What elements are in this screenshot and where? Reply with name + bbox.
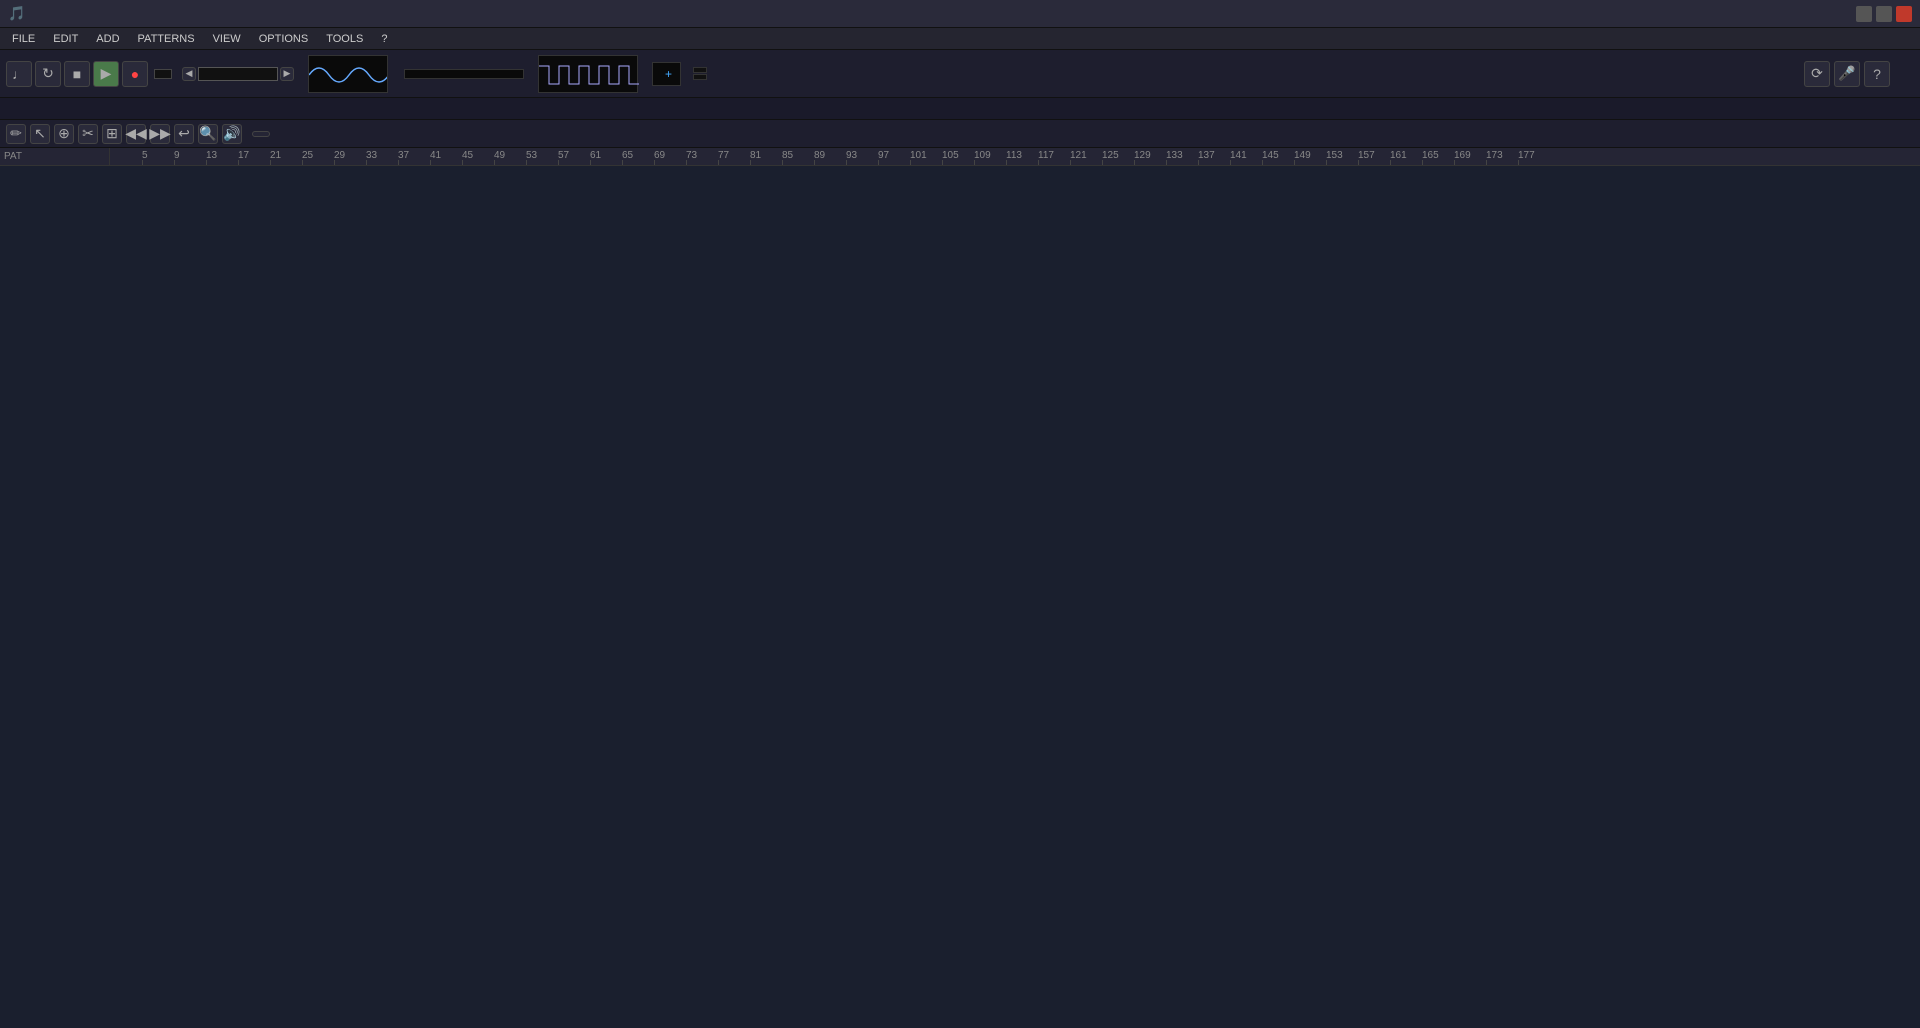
ruler-mark-65: 65 bbox=[622, 150, 633, 161]
ruler-mark-41: 41 bbox=[430, 150, 441, 161]
ruler-mark-33: 33 bbox=[366, 150, 377, 161]
playlist-label[interactable] bbox=[252, 131, 270, 137]
ruler-mark-121: 121 bbox=[1070, 150, 1087, 161]
ruler-mark-17: 17 bbox=[238, 150, 249, 161]
ruler-mark-49: 49 bbox=[494, 150, 505, 161]
tempo-display[interactable] bbox=[198, 67, 278, 81]
ruler-mark-173: 173 bbox=[1486, 150, 1503, 161]
ruler-mark-157: 157 bbox=[1358, 150, 1375, 161]
metronome-button[interactable]: ♩ bbox=[6, 61, 32, 87]
info-bar bbox=[0, 98, 1920, 120]
close-button[interactable] bbox=[1896, 6, 1912, 22]
ruler-mark-109: 109 bbox=[974, 150, 991, 161]
ruler-mark-117: 117 bbox=[1038, 150, 1054, 161]
menu-item-view[interactable]: VIEW bbox=[205, 31, 249, 47]
ruler-mark-61: 61 bbox=[590, 150, 601, 161]
playlist-label-text[interactable] bbox=[252, 131, 270, 137]
window-controls bbox=[1856, 6, 1912, 22]
bpm-down-button[interactable]: ◀ bbox=[182, 67, 196, 81]
ruler-mark-25: 25 bbox=[302, 150, 313, 161]
record-button[interactable]: ● bbox=[122, 61, 148, 87]
next-button[interactable]: ▶▶ bbox=[150, 124, 170, 144]
cut-tool[interactable]: ✂ bbox=[78, 124, 98, 144]
ruler-mark-125: 125 bbox=[1102, 150, 1119, 161]
loop-region-button[interactable]: ↩ bbox=[174, 124, 194, 144]
maximize-button[interactable] bbox=[1876, 6, 1892, 22]
tracks-area bbox=[0, 166, 1920, 1010]
ruler-mark-93: 93 bbox=[846, 150, 857, 161]
minimize-button[interactable] bbox=[1856, 6, 1872, 22]
ruler-mark-105: 105 bbox=[942, 150, 959, 161]
beat-ruler: PAT 591317212529333741454953576165697377… bbox=[0, 148, 1920, 166]
menu-item-edit[interactable]: EDIT bbox=[45, 31, 86, 47]
ruler-mark-13: 13 bbox=[206, 150, 217, 161]
draw-tool[interactable]: ✏ bbox=[6, 124, 26, 144]
ruler-mark-53: 53 bbox=[526, 150, 537, 161]
snap-button[interactable]: ⊞ bbox=[102, 124, 122, 144]
pitch-display bbox=[538, 55, 638, 93]
mic-button[interactable]: 🎤 bbox=[1834, 61, 1860, 87]
ruler-mark-69: 69 bbox=[654, 150, 665, 161]
pattern-counter bbox=[154, 69, 172, 79]
waveform-display bbox=[308, 55, 388, 93]
ruler-mark-169: 169 bbox=[1454, 150, 1471, 161]
bpm-up-button[interactable]: ▶ bbox=[280, 67, 294, 81]
ruler-track-col: PAT bbox=[0, 148, 110, 165]
window-icon: 🎵 bbox=[8, 5, 25, 22]
ruler-mark-29: 29 bbox=[334, 150, 345, 161]
ruler-mark-89: 89 bbox=[814, 150, 825, 161]
loop-button[interactable]: ↻ bbox=[35, 61, 61, 87]
ruler-mark-81: 81 bbox=[750, 150, 761, 161]
ruler-mark-101: 101 bbox=[910, 150, 927, 161]
play-button[interactable]: ▶ bbox=[93, 61, 119, 87]
memory-display bbox=[693, 67, 707, 73]
position-display: + bbox=[652, 62, 681, 86]
menu-item-tools[interactable]: TOOLS bbox=[318, 31, 371, 47]
stop-button[interactable]: ■ bbox=[64, 61, 90, 87]
menu-item-patterns[interactable]: PATTERNS bbox=[130, 31, 203, 47]
ruler-mark-161: 161 bbox=[1390, 150, 1407, 161]
menu-item-options[interactable]: OPTIONS bbox=[251, 31, 317, 47]
volume-button[interactable]: 🔊 bbox=[222, 124, 242, 144]
menu-item-add[interactable]: ADD bbox=[88, 31, 127, 47]
cpu-display bbox=[693, 74, 707, 80]
titlebar: 🎵 bbox=[0, 0, 1920, 28]
menubar: FILEEDITADDPATTERNSVIEWOPTIONSTOOLS? bbox=[0, 28, 1920, 50]
select-tool[interactable]: ↖ bbox=[30, 124, 50, 144]
zoom-in-button[interactable]: 🔍 bbox=[198, 124, 218, 144]
ruler-mark-21: 21 bbox=[270, 150, 281, 161]
ruler-mark-73: 73 bbox=[686, 150, 697, 161]
menu-item-file[interactable]: FILE bbox=[4, 31, 43, 47]
ruler-marks: 5913172125293337414549535761656973778185… bbox=[110, 148, 1920, 165]
ruler-mark-45: 45 bbox=[462, 150, 473, 161]
ruler-mark-37: 37 bbox=[398, 150, 409, 161]
menu-item-?[interactable]: ? bbox=[373, 31, 395, 47]
ruler-mark-149: 149 bbox=[1294, 150, 1311, 161]
time-display[interactable] bbox=[404, 69, 524, 79]
ruler-mark-97: 97 bbox=[878, 150, 889, 161]
zoom-tool[interactable]: ⊕ bbox=[54, 124, 74, 144]
toolbar: ✏ ↖ ⊕ ✂ ⊞ ◀◀ ▶▶ ↩ 🔍 🔊 bbox=[0, 120, 1920, 148]
ruler-mark-85: 85 bbox=[782, 150, 793, 161]
help-button[interactable]: ? bbox=[1864, 61, 1890, 87]
ruler-mark-133: 133 bbox=[1166, 150, 1183, 161]
transport-bar: ♩ ↻ ■ ▶ ● ◀ ▶ + bbox=[0, 50, 1920, 98]
timeline-area: PAT 591317212529333741454953576165697377… bbox=[0, 148, 1920, 1010]
ruler-mark-137: 137 bbox=[1198, 150, 1215, 161]
ruler-mark-113: 113 bbox=[1006, 150, 1022, 161]
ruler-mark-177: 177 bbox=[1518, 150, 1535, 161]
ruler-mark-141: 141 bbox=[1230, 150, 1247, 161]
ruler-mark-153: 153 bbox=[1326, 150, 1343, 161]
ruler-mark-165: 165 bbox=[1422, 150, 1439, 161]
ruler-mark-57: 57 bbox=[558, 150, 569, 161]
sync-button[interactable]: ⟳ bbox=[1804, 61, 1830, 87]
prev-button[interactable]: ◀◀ bbox=[126, 124, 146, 144]
ruler-mark-77: 77 bbox=[718, 150, 729, 161]
ruler-mark-145: 145 bbox=[1262, 150, 1279, 161]
ruler-mark-129: 129 bbox=[1134, 150, 1151, 161]
